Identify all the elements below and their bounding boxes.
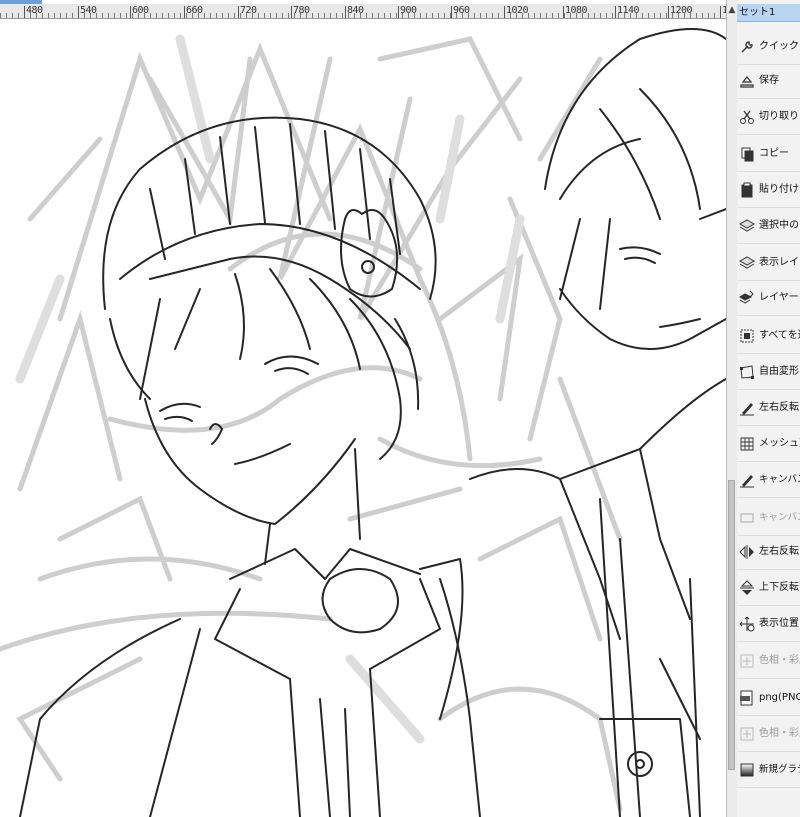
gradient-layer-icon: [740, 763, 754, 776]
layer-convert-icon: [739, 290, 754, 304]
command-label: 上下反転: [759, 582, 799, 593]
ruler-tick-label: 1200: [667, 5, 693, 18]
command-item[interactable]: コピー: [737, 136, 800, 172]
command-item[interactable]: 上下反転: [737, 570, 800, 606]
canvas-fit-icon: [740, 513, 754, 522]
command-label: 保存: [759, 75, 779, 86]
sketch-artwork: [0, 28, 726, 817]
command-item[interactable]: キャンバス 転: [737, 462, 800, 498]
ruler-tick-label: 480: [24, 5, 43, 18]
ruler-tick-label: 1020: [503, 5, 529, 18]
command-item[interactable]: 色相・彩度: [737, 643, 800, 679]
command-item[interactable]: 新規グラデ ー: [737, 752, 800, 788]
command-item[interactable]: 切り取り: [737, 99, 800, 135]
command-label: 左右反転: [759, 546, 799, 557]
command-item[interactable]: 表示レイ: [737, 245, 800, 281]
ruler-tick-label: 660: [184, 5, 203, 18]
command-item[interactable]: 表示位置: [737, 606, 800, 642]
canvas-rotate-icon: [740, 474, 754, 487]
command-label: クイックアク: [759, 41, 800, 52]
ruler-tick-label: 1080: [562, 5, 588, 18]
png-export-icon: [740, 690, 753, 705]
command-label: レイヤーを: [759, 292, 800, 303]
command-item[interactable]: メッシュ変: [737, 426, 800, 462]
hue-saturation-icon: [740, 727, 754, 740]
ruler-tick-label: 960: [451, 5, 470, 18]
command-label: 左右反転: [759, 402, 799, 413]
command-item[interactable]: クイックアク: [737, 29, 800, 65]
command-label: png(PNG: [759, 692, 800, 703]
command-item[interactable]: 選択中の: [737, 208, 800, 244]
layer-select-icon: [739, 218, 755, 232]
command-item[interactable]: 左右反転: [737, 390, 800, 426]
view-position-icon: [739, 616, 755, 631]
command-label: コピー: [759, 148, 789, 159]
select-all-icon: [740, 329, 754, 342]
command-label: メッシュ変: [759, 438, 800, 449]
ruler-tick-label: 540: [78, 5, 97, 18]
command-item[interactable]: 左右反転: [737, 534, 800, 570]
lineart-right-character: [469, 28, 726, 817]
command-item[interactable]: png(PNG: [737, 680, 800, 716]
flip-horizontal-icon: [739, 544, 754, 559]
copy-icon: [741, 147, 754, 161]
command-item[interactable]: 色相・彩度: [737, 716, 800, 752]
command-item[interactable]: 自由変形: [737, 354, 800, 390]
drawing-canvas[interactable]: [0, 19, 726, 817]
ruler-tick-label: 720: [238, 5, 257, 18]
scroll-up-arrow-icon[interactable]: ▲: [727, 4, 737, 16]
flip-vertical-icon: [740, 579, 754, 595]
hue-saturation-icon: [740, 654, 754, 667]
command-set-tab[interactable]: セット1: [737, 4, 800, 22]
command-label: キャンバス 転: [759, 473, 800, 485]
scrollbar-thumb[interactable]: [728, 480, 735, 770]
flip-horizontal-pen-icon: [740, 402, 754, 415]
ruler-tick-label: 1140: [614, 5, 640, 18]
command-label: 貼り付け: [759, 184, 799, 195]
command-label: 自由変形: [759, 366, 799, 377]
command-item[interactable]: 貼り付け: [737, 172, 800, 208]
command-bar: セット1 クイックアク保存切り取りコピー貼り付け選択中の表示レイレイヤーをすべて…: [737, 0, 800, 817]
wrench-icon: [741, 40, 753, 52]
rough-sketch-layer: [0, 36, 623, 812]
scissors-icon: [740, 110, 754, 124]
layer-visible-icon: [739, 255, 755, 269]
ruler-tick-label: 780: [291, 5, 310, 18]
ruler-tick-label: 840: [345, 5, 364, 18]
command-label: 切り取り: [759, 111, 799, 122]
command-label: 新規グラデ ー: [759, 763, 800, 775]
mesh-transform-icon: [740, 437, 754, 450]
command-item[interactable]: すべてを選: [737, 318, 800, 354]
command-item[interactable]: 保存: [737, 63, 800, 99]
horizontal-ruler: 480 540 600 660 720 780 840 900 960 1020…: [0, 4, 731, 19]
command-label: 表示レイ: [759, 257, 799, 268]
command-label: 選択中の: [759, 220, 799, 231]
command-label: 色相・彩度: [759, 728, 800, 739]
command-item[interactable]: キャンバス 合わせる: [737, 500, 800, 536]
command-label: 表示位置: [759, 618, 799, 629]
command-item[interactable]: レイヤーを: [737, 280, 800, 316]
command-label: キャンバス 合わせる: [759, 511, 800, 523]
ruler-tick-label: 900: [398, 5, 417, 18]
command-label: すべてを選: [759, 330, 800, 341]
save-icon: [740, 75, 754, 88]
paste-icon: [741, 182, 753, 197]
free-transform-icon: [740, 364, 754, 379]
ruler-tick-label: 600: [130, 5, 149, 18]
command-label: 色相・彩度: [759, 655, 800, 666]
vertical-scrollbar[interactable]: ▲: [726, 0, 737, 817]
